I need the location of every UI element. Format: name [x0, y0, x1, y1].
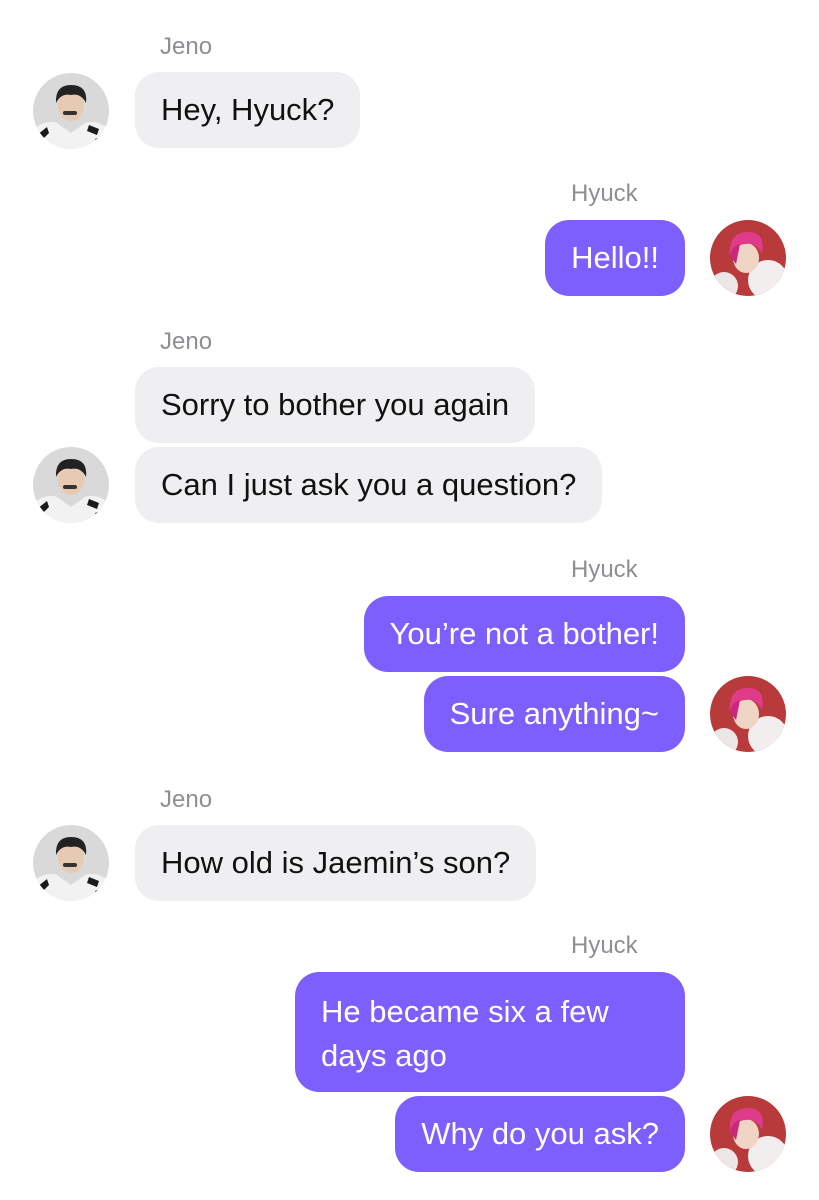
- jeno-avatar[interactable]: [33, 447, 109, 523]
- message-bubble-outgoing[interactable]: Sure anything~: [423, 676, 685, 752]
- message-bubble-outgoing[interactable]: Why do you ask?: [395, 1096, 685, 1172]
- message-bubble-incoming[interactable]: Hey, Hyuck?: [135, 72, 361, 148]
- sender-name-hyuck: Hyuck: [571, 180, 638, 207]
- message-bubble-incoming[interactable]: Sorry to bother you again: [135, 367, 536, 443]
- message-bubble-incoming[interactable]: How old is Jaemin’s son?: [135, 825, 537, 901]
- sender-name-jeno: Jeno: [160, 786, 213, 813]
- hyuck-avatar[interactable]: [710, 1096, 786, 1172]
- message-bubble-incoming[interactable]: Can I just ask you a question?: [135, 447, 603, 523]
- message-bubble-outgoing[interactable]: Hello!!: [545, 220, 685, 296]
- sender-name-jeno: Jeno: [160, 33, 213, 60]
- sender-name-hyuck: Hyuck: [571, 556, 638, 583]
- hyuck-avatar[interactable]: [710, 676, 786, 752]
- hyuck-avatar[interactable]: [710, 220, 786, 296]
- sender-name-hyuck: Hyuck: [571, 932, 638, 959]
- jeno-avatar[interactable]: [33, 73, 109, 149]
- message-bubble-outgoing[interactable]: He became six a few days ago: [295, 972, 685, 1092]
- jeno-avatar[interactable]: [33, 825, 109, 901]
- message-bubble-outgoing[interactable]: You’re not a bother!: [363, 596, 685, 672]
- sender-name-jeno: Jeno: [160, 328, 213, 355]
